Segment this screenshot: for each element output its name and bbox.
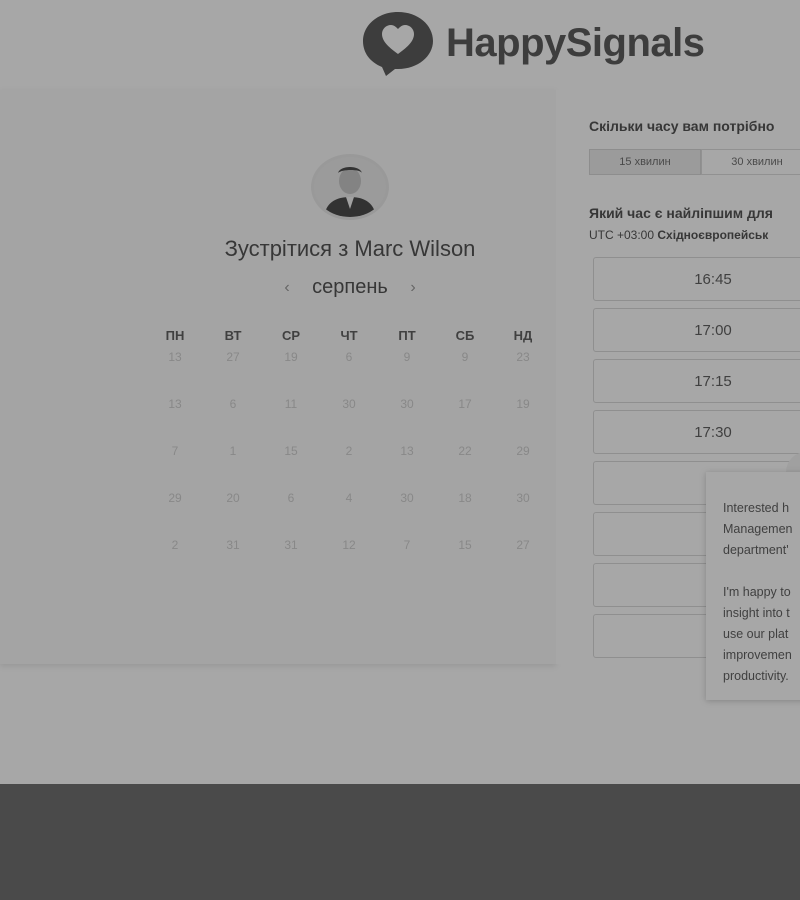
duration-options: 15 хвилин 30 хвилин (589, 149, 800, 175)
weekday-label: ПН (165, 328, 185, 343)
calendar-day[interactable]: 30 (378, 395, 436, 442)
avatar (311, 154, 389, 220)
calendar-day[interactable]: 29 (494, 442, 552, 489)
time-slot-button[interactable]: 17:30 (593, 410, 800, 454)
page: HappySignals Зустрітися з Marc Wilson ‹ … (0, 0, 800, 784)
footer-band (0, 784, 800, 900)
calendar-day[interactable]: 31 (204, 536, 262, 583)
weekday-label: ПТ (398, 328, 416, 343)
time-slot-button[interactable]: 17:00 (593, 308, 800, 352)
chevron-right-icon[interactable]: › (406, 279, 420, 297)
duration-question: Скільки часу вам потрібно (589, 118, 775, 134)
calendar-day[interactable]: 2 (320, 442, 378, 489)
calendar-day[interactable]: 13 (146, 348, 204, 395)
weekday-label: СР (281, 328, 301, 343)
days-grid: 13 27 19 6 9 9 23 13 6 11 30 30 17 19 7 1 15 2 13 22 29 29 20 6… (146, 348, 554, 583)
calendar-day[interactable]: 13 (378, 442, 436, 489)
calendar-day[interactable]: 4 (320, 489, 378, 536)
calendar-panel: Зустрітися з Marc Wilson ‹ серпень › ПН … (0, 90, 556, 664)
calendar-day[interactable]: 18 (436, 489, 494, 536)
calendar-day[interactable]: 30 (320, 395, 378, 442)
calendar-day[interactable]: 30 (378, 489, 436, 536)
time-question: Який час є найліпшим для (589, 205, 773, 221)
calendar-day[interactable]: 1 (204, 442, 262, 489)
calendar-day[interactable]: 15 (436, 536, 494, 583)
header: HappySignals (0, 0, 800, 90)
time-slot-button[interactable]: 16:45 (593, 257, 800, 301)
logo: HappySignals (360, 8, 705, 78)
calendar-day[interactable]: 30 (494, 489, 552, 536)
timezone-name: Східноєвропейськ (657, 228, 769, 242)
timezone-offset: UTC +03:00 (589, 228, 655, 242)
calendar-day[interactable]: 12 (320, 536, 378, 583)
chat-popup[interactable]: Interested h Managemen department' I'm h… (706, 472, 800, 700)
time-slot-button[interactable]: 17:15 (593, 359, 800, 403)
month-navigation: ‹ серпень › (280, 276, 420, 299)
calendar-day[interactable]: 22 (436, 442, 494, 489)
duration-option[interactable]: 30 хвилин (701, 149, 800, 175)
duration-option[interactable]: 15 хвилин (589, 149, 701, 175)
month-label: серпень (312, 276, 388, 298)
calendar-day[interactable]: 2 (146, 536, 204, 583)
logo-mark (360, 8, 436, 78)
calendar-day[interactable]: 29 (146, 489, 204, 536)
calendar-day[interactable]: 19 (494, 395, 552, 442)
chevron-left-icon[interactable]: ‹ (280, 279, 294, 297)
calendar-day[interactable]: 19 (262, 348, 320, 395)
weekday-label: ВТ (224, 328, 242, 343)
calendar-day[interactable]: 15 (262, 442, 320, 489)
calendar-day[interactable]: 6 (204, 395, 262, 442)
calendar-day[interactable]: 27 (204, 348, 262, 395)
calendar-day[interactable]: 9 (436, 348, 494, 395)
weekday-label: НД (513, 328, 533, 343)
logo-wordmark: HappySignals (446, 20, 705, 65)
calendar-day[interactable]: 31 (262, 536, 320, 583)
calendar-day[interactable]: 6 (320, 348, 378, 395)
calendar-day[interactable]: 23 (494, 348, 552, 395)
calendar-day[interactable]: 13 (146, 395, 204, 442)
calendar-day[interactable]: 11 (262, 395, 320, 442)
calendar-day[interactable]: 9 (378, 348, 436, 395)
calendar-day[interactable]: 17 (436, 395, 494, 442)
timezone-label[interactable]: UTC +03:00 Східноєвропейськ (589, 228, 768, 242)
weekday-header: ПН ВТ СР ЧТ ПТ СБ НД (146, 328, 554, 343)
calendar-day[interactable]: 27 (494, 536, 552, 583)
chat-message: Interested h Managemen department' I'm h… (723, 501, 793, 683)
weekday-label: СБ (455, 328, 475, 343)
calendar-day[interactable]: 7 (378, 536, 436, 583)
calendar-day[interactable]: 6 (262, 489, 320, 536)
calendar-day[interactable]: 20 (204, 489, 262, 536)
weekday-label: ЧТ (340, 328, 358, 343)
calendar-day[interactable]: 7 (146, 442, 204, 489)
